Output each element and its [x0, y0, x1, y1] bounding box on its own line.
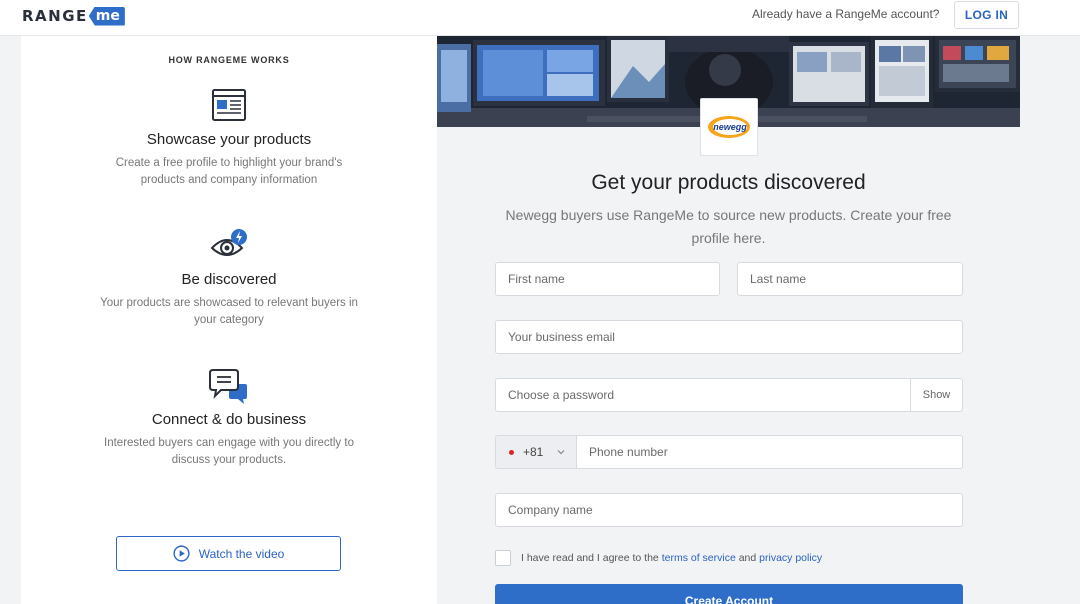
feature-discovered: Be discovered Your products are showcase…	[21, 226, 437, 329]
eye-lightning-icon	[210, 229, 247, 256]
feature-desc: Your products are showcased to relevant …	[100, 297, 358, 326]
company-name-field[interactable]	[495, 493, 963, 527]
password-field[interactable]: Show	[495, 378, 963, 412]
form-subtitle: Newegg buyers use RangeMe to source new …	[505, 207, 952, 246]
form-title: Get your products discovered	[591, 171, 866, 194]
agree-prefix-text: I have read and I agree to the	[521, 552, 662, 564]
play-circle-icon	[173, 545, 190, 562]
terms-agreement: I have read and I agree to the terms of …	[495, 550, 822, 566]
last-name-field[interactable]	[737, 262, 963, 296]
account-question: Already have a RangeMe account?	[752, 7, 940, 21]
phone-field: +81	[495, 435, 963, 469]
logo-range-text: RANGE	[22, 7, 88, 25]
first-name-field[interactable]	[495, 262, 720, 296]
create-account-button[interactable]: Create Account	[495, 584, 963, 604]
watch-video-label: Watch the video	[198, 546, 285, 561]
logo-me-text: me	[88, 6, 125, 26]
email-input[interactable]	[508, 321, 962, 353]
show-password-button[interactable]: Show	[910, 379, 962, 411]
signup-panel: newegg Get your products discovered Newe…	[437, 36, 1020, 604]
terms-checkbox[interactable]	[495, 550, 511, 566]
phone-number-field[interactable]	[577, 435, 963, 469]
feature-desc: Create a free profile to highlight your …	[115, 157, 343, 186]
feature-showcase: Showcase your products Create a free pro…	[21, 86, 437, 189]
feature-connect: Connect & do business Interested buyers …	[21, 366, 437, 469]
how-it-works-panel: HOW RANGEME WORKS Showcase your products…	[21, 36, 437, 604]
how-it-works-title: HOW RANGEME WORKS	[168, 55, 290, 65]
feature-title: Showcase your products	[146, 131, 312, 148]
company-name-input[interactable]	[508, 494, 962, 526]
last-name-input[interactable]	[750, 263, 962, 295]
top-header: RANGE me Already have a RangeMe account?…	[0, 0, 1080, 36]
chat-bubbles-icon	[209, 369, 247, 404]
login-button[interactable]: LOG IN	[954, 1, 1019, 29]
newegg-logo: newegg	[700, 98, 758, 156]
country-code-select[interactable]: +81	[495, 435, 577, 469]
japan-flag-icon	[509, 449, 514, 455]
agree-and-text: and	[735, 552, 760, 564]
feature-title: Connect & do business	[151, 411, 307, 428]
feature-title: Be discovered	[181, 271, 277, 288]
chevron-down-icon	[557, 450, 565, 455]
privacy-policy-link[interactable]: privacy policy	[759, 552, 822, 564]
newegg-logo-text: newegg	[713, 122, 747, 132]
password-input[interactable]	[508, 379, 908, 411]
first-name-input[interactable]	[508, 263, 719, 295]
feature-desc: Interested buyers can engage with you di…	[104, 437, 354, 466]
browser-page-icon	[212, 89, 246, 121]
email-field[interactable]	[495, 320, 963, 354]
rangeme-logo[interactable]: RANGE me	[22, 6, 125, 26]
terms-of-service-link[interactable]: terms of service	[662, 552, 736, 564]
phone-number-input[interactable]	[589, 445, 962, 459]
country-code-value: +81	[523, 445, 544, 459]
watch-video-button[interactable]: Watch the video	[116, 536, 341, 571]
newegg-logo-mark: newegg	[708, 116, 750, 138]
